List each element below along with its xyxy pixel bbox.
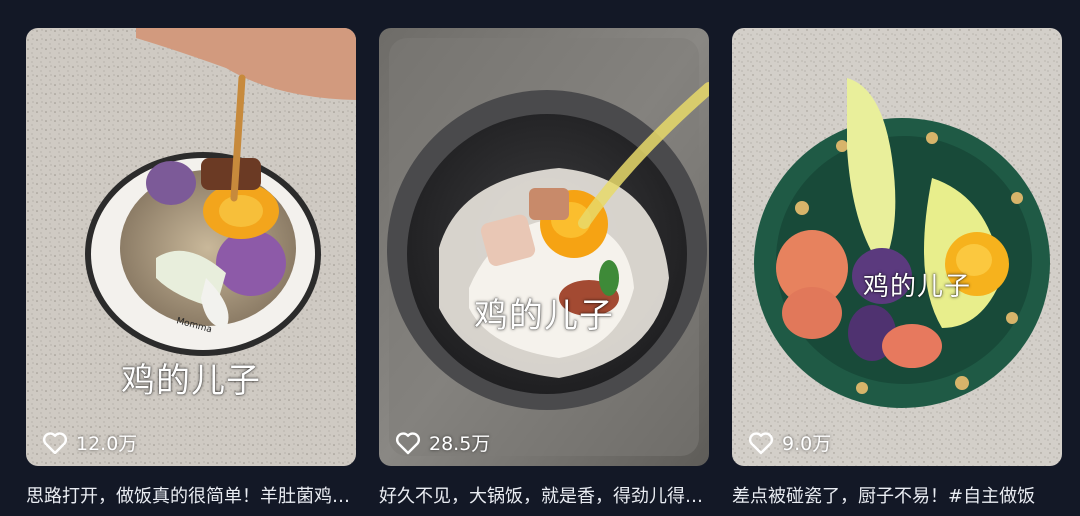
- video-card[interactable]: 鸡的儿子 9.0万 差点被碰瓷了，厨子不易！#自主做饭: [732, 28, 1062, 508]
- heart-outline-icon: [42, 431, 68, 454]
- video-feed-grid: Momma 鸡的儿子 12.0万 思路打开，做饭真的很简单！羊肚菌鸡蛋拌饭 鸡的…: [0, 0, 1080, 516]
- heart-outline-icon: [748, 431, 774, 454]
- heart-outline-icon: [395, 431, 421, 454]
- like-count[interactable]: 9.0万: [748, 429, 831, 456]
- video-card[interactable]: Momma 鸡的儿子 12.0万 思路打开，做饭真的很简单！羊肚菌鸡蛋拌饭: [26, 28, 356, 508]
- video-thumbnail[interactable]: 鸡的儿子 9.0万: [732, 28, 1062, 466]
- like-count[interactable]: 28.5万: [395, 429, 490, 456]
- video-thumbnail[interactable]: 鸡的儿子 28.5万: [379, 28, 709, 466]
- video-card[interactable]: 鸡的儿子 28.5万 好久不见，大锅饭，就是香，得劲儿得劲儿: [379, 28, 709, 508]
- like-count-value: 12.0万: [76, 433, 138, 455]
- thumbnail-image: [379, 28, 709, 466]
- like-count-value: 28.5万: [429, 433, 491, 455]
- video-caption[interactable]: 差点被碰瓷了，厨子不易！#自主做饭: [732, 482, 1062, 508]
- video-overlay-text: 鸡的儿子: [121, 361, 261, 401]
- like-count-value: 9.0万: [782, 433, 832, 455]
- video-overlay-text: 鸡的儿子: [474, 296, 614, 336]
- thumbnail-image: [732, 28, 1062, 466]
- video-thumbnail[interactable]: Momma 鸡的儿子 12.0万: [26, 28, 356, 466]
- video-caption[interactable]: 好久不见，大锅饭，就是香，得劲儿得劲儿: [379, 482, 709, 508]
- video-caption[interactable]: 思路打开，做饭真的很简单！羊肚菌鸡蛋拌饭: [26, 482, 356, 508]
- video-overlay-text: 鸡的儿子: [862, 272, 971, 302]
- like-count[interactable]: 12.0万: [42, 429, 137, 456]
